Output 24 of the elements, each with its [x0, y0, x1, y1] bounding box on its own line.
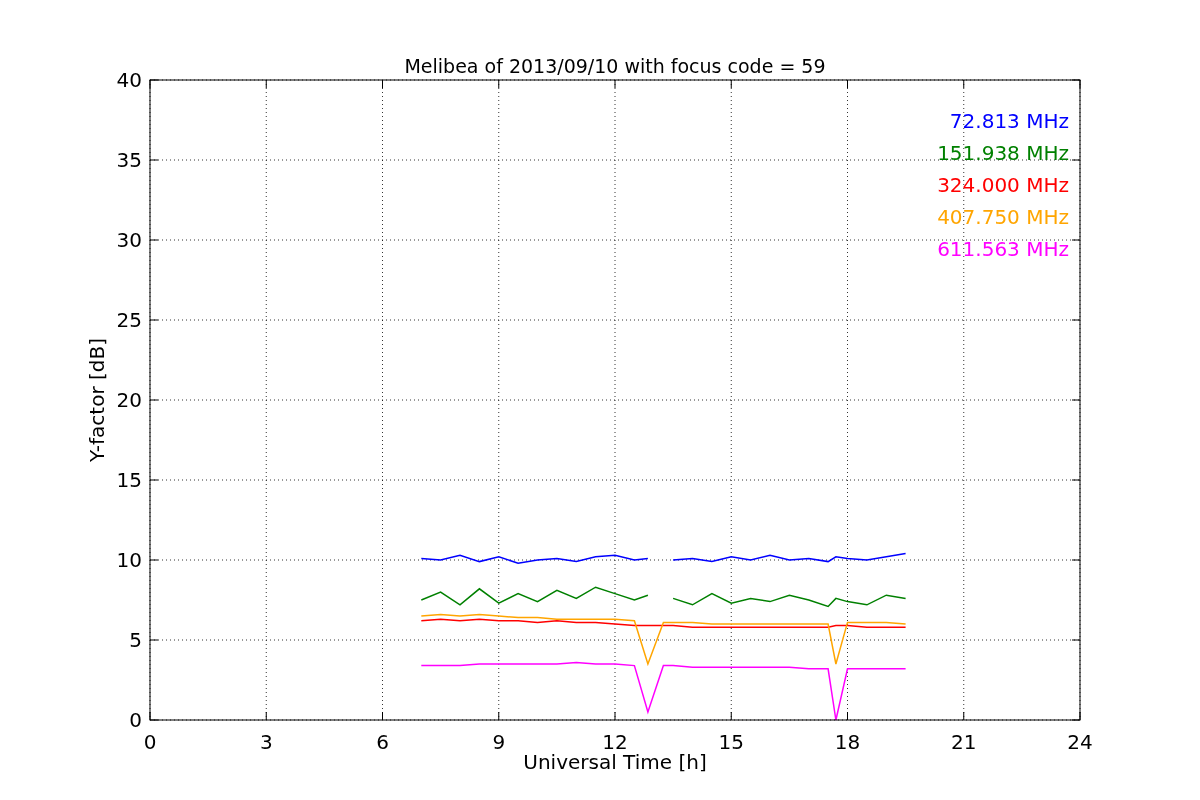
x-tick-label: 6: [376, 730, 389, 754]
x-tick-label: 24: [1067, 730, 1093, 754]
legend-label: 407.750 MHz: [937, 205, 1069, 229]
y-tick-label: 20: [116, 388, 142, 412]
y-tick-label: 25: [116, 308, 142, 332]
x-tick-label: 15: [718, 730, 744, 754]
legend-label: 611.563 MHz: [937, 237, 1069, 261]
y-tick-label: 10: [116, 548, 142, 572]
legend-label: 324.000 MHz: [937, 173, 1069, 197]
y-axis-label: Y-factor [dB]: [85, 338, 109, 462]
legend-label: 151.938 MHz: [937, 141, 1069, 165]
y-tick-label: 40: [116, 68, 142, 92]
y-tick-label: 0: [129, 708, 142, 732]
x-tick-label: 0: [143, 730, 157, 754]
x-tick-label: 21: [951, 730, 977, 754]
y-tick-label: 15: [116, 468, 142, 492]
legend-label: 72.813 MHz: [949, 109, 1069, 133]
y-tick-label: 30: [116, 228, 142, 252]
x-tick-label: 3: [259, 730, 273, 754]
y-tick-label: 35: [116, 148, 142, 172]
chart-title: Melibea of 2013/09/10 with focus code = 59: [404, 55, 826, 77]
x-tick-label: 9: [492, 730, 506, 754]
x-tick-label: 18: [834, 730, 861, 754]
y-tick-label: 5: [129, 628, 142, 652]
